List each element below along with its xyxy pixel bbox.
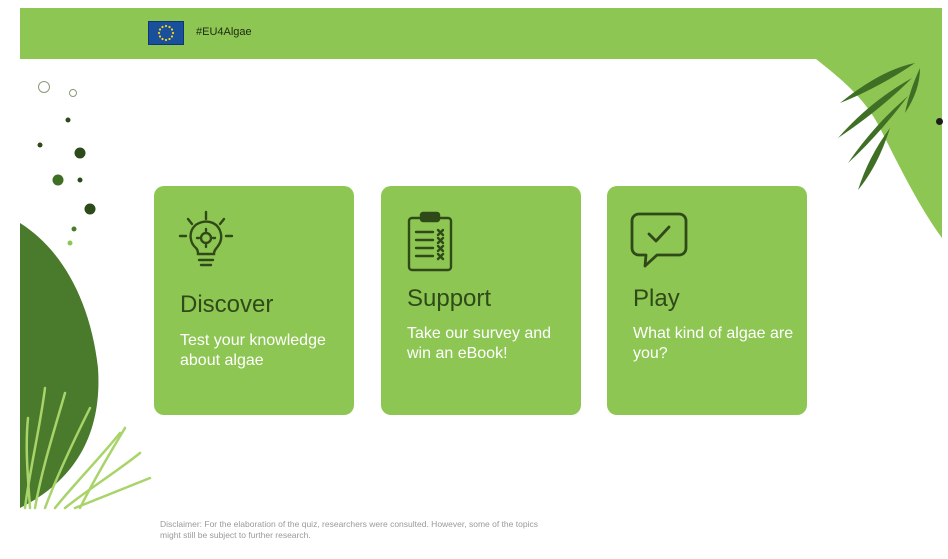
card-title: Support xyxy=(407,285,492,312)
support-card[interactable]: Support Take our survey and win an eBook… xyxy=(381,186,581,415)
chat-check-icon xyxy=(630,212,688,268)
lightbulb-gear-icon xyxy=(178,210,234,267)
card-description: Take our survey and win an eBook! xyxy=(407,325,552,362)
play-card[interactable]: Play What kind of algae are you? xyxy=(607,186,807,415)
card-description: What kind of algae are you? xyxy=(633,325,794,362)
card-title: Discover xyxy=(180,291,274,318)
clipboard-checklist-icon xyxy=(407,211,453,272)
scroll-indicator xyxy=(936,118,943,125)
discover-card[interactable]: Discover Test your knowledge about algae xyxy=(154,186,354,415)
disclaimer-text: Disclaimer: For the elaboration of the q… xyxy=(160,519,538,540)
card-description: Test your knowledge about algae xyxy=(180,332,326,369)
quiz-start-page: #EU4Algae Discover Test your knowledge a… xyxy=(20,8,942,559)
card-title: Play xyxy=(633,285,680,312)
